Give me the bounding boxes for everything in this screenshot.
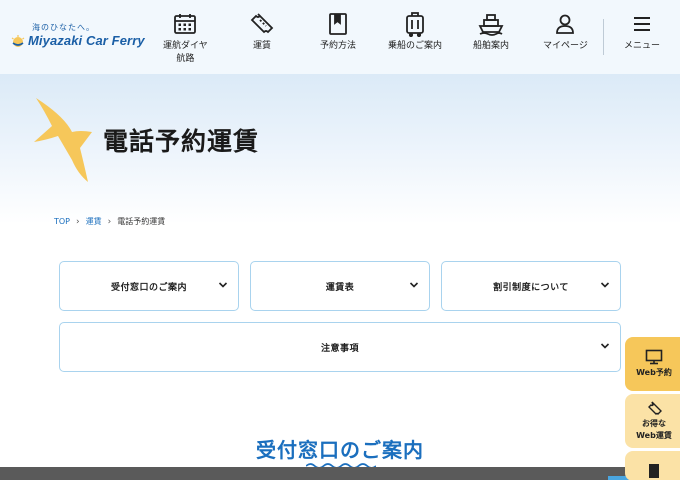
user-icon — [551, 10, 579, 38]
nav-timetable[interactable]: 運航ダイヤ 航路 — [163, 10, 208, 66]
chevron-right-icon: › — [76, 216, 80, 227]
web-reservation-button[interactable]: Web予約 — [625, 337, 680, 391]
site-header: 海のひなたへ。 Miyazaki Car Ferry 運航ダイヤ 航路 運賃 予… — [0, 0, 680, 74]
nav-fares[interactable]: 運賃 — [248, 10, 276, 53]
ticket-icon — [648, 401, 662, 415]
nav-label: マイページ — [543, 41, 588, 51]
nav-label: メニュー — [624, 41, 661, 51]
hero-banner — [0, 74, 680, 224]
ship-icon — [477, 10, 505, 38]
web-fare-deal-button[interactable]: お得な Web運賃 — [625, 394, 680, 448]
book-icon — [649, 464, 659, 478]
bird-icon — [34, 98, 92, 182]
nav-label: 船舶案内 — [473, 41, 510, 51]
accordion-label: 受付窓口のご案内 — [110, 282, 187, 293]
chevron-right-icon: › — [107, 216, 112, 227]
accordion-fare-table[interactable]: 運賃表 — [250, 261, 430, 311]
ticket-icon — [248, 10, 276, 38]
chevron-down-icon — [218, 282, 228, 288]
accordion-label: 割引制度について — [493, 282, 569, 293]
nav-divider — [603, 19, 604, 55]
bookmark-book-icon — [324, 10, 352, 38]
chevron-down-icon — [600, 282, 610, 288]
page-title: 電話予約運賃 — [103, 127, 260, 156]
breadcrumb-link-fares[interactable]: 運賃 — [86, 216, 102, 227]
breadcrumb-current: 電話予約運賃 — [117, 217, 166, 226]
nav-boarding-guide[interactable]: 乗船のご案内 — [388, 10, 442, 53]
side-button-label: Web予約 — [636, 368, 672, 377]
nav-mypage[interactable]: マイページ — [543, 10, 588, 53]
hamburger-menu-icon — [628, 10, 656, 38]
chevron-down-icon — [409, 282, 419, 288]
accordion-label: 注意事項 — [320, 343, 359, 354]
side-book-button[interactable] — [625, 451, 680, 480]
calendar-icon — [171, 10, 199, 38]
side-button-label: お得な Web運賃 — [636, 419, 672, 440]
nav-label: 運航ダイヤ 航路 — [163, 41, 208, 64]
nav-label: 乗船のご案内 — [388, 41, 443, 51]
nav-label: 予約方法 — [320, 41, 357, 51]
logo-sun-icon — [11, 35, 25, 47]
breadcrumb-link-top[interactable]: TOP — [54, 217, 70, 226]
accordion-discounts[interactable]: 割引制度について — [441, 261, 621, 311]
monitor-icon — [645, 349, 663, 365]
site-logo[interactable]: 海のひなたへ。 Miyazaki Car Ferry — [10, 20, 150, 60]
nav-label: 運賃 — [252, 41, 271, 51]
accordion-notes[interactable]: 注意事項 — [59, 322, 621, 372]
logo-brand-text: Miyazaki Car Ferry — [28, 33, 145, 48]
luggage-icon — [401, 10, 429, 38]
nav-reservation-method[interactable]: 予約方法 — [320, 10, 356, 53]
accordion-label: 運賃表 — [325, 282, 355, 293]
section-title: 受付窓口のご案内 — [256, 438, 424, 462]
menu-button[interactable]: メニュー — [624, 10, 660, 53]
accordion-reception-window[interactable]: 受付窓口のご案内 — [59, 261, 239, 311]
bottom-bar — [0, 467, 680, 480]
chevron-down-icon — [600, 343, 610, 349]
nav-ship-guide[interactable]: 船舶案内 — [473, 10, 509, 53]
logo-tagline: 海のひなたへ。 — [32, 23, 95, 32]
breadcrumb: TOP › 運賃 › 電話予約運賃 — [54, 216, 165, 227]
